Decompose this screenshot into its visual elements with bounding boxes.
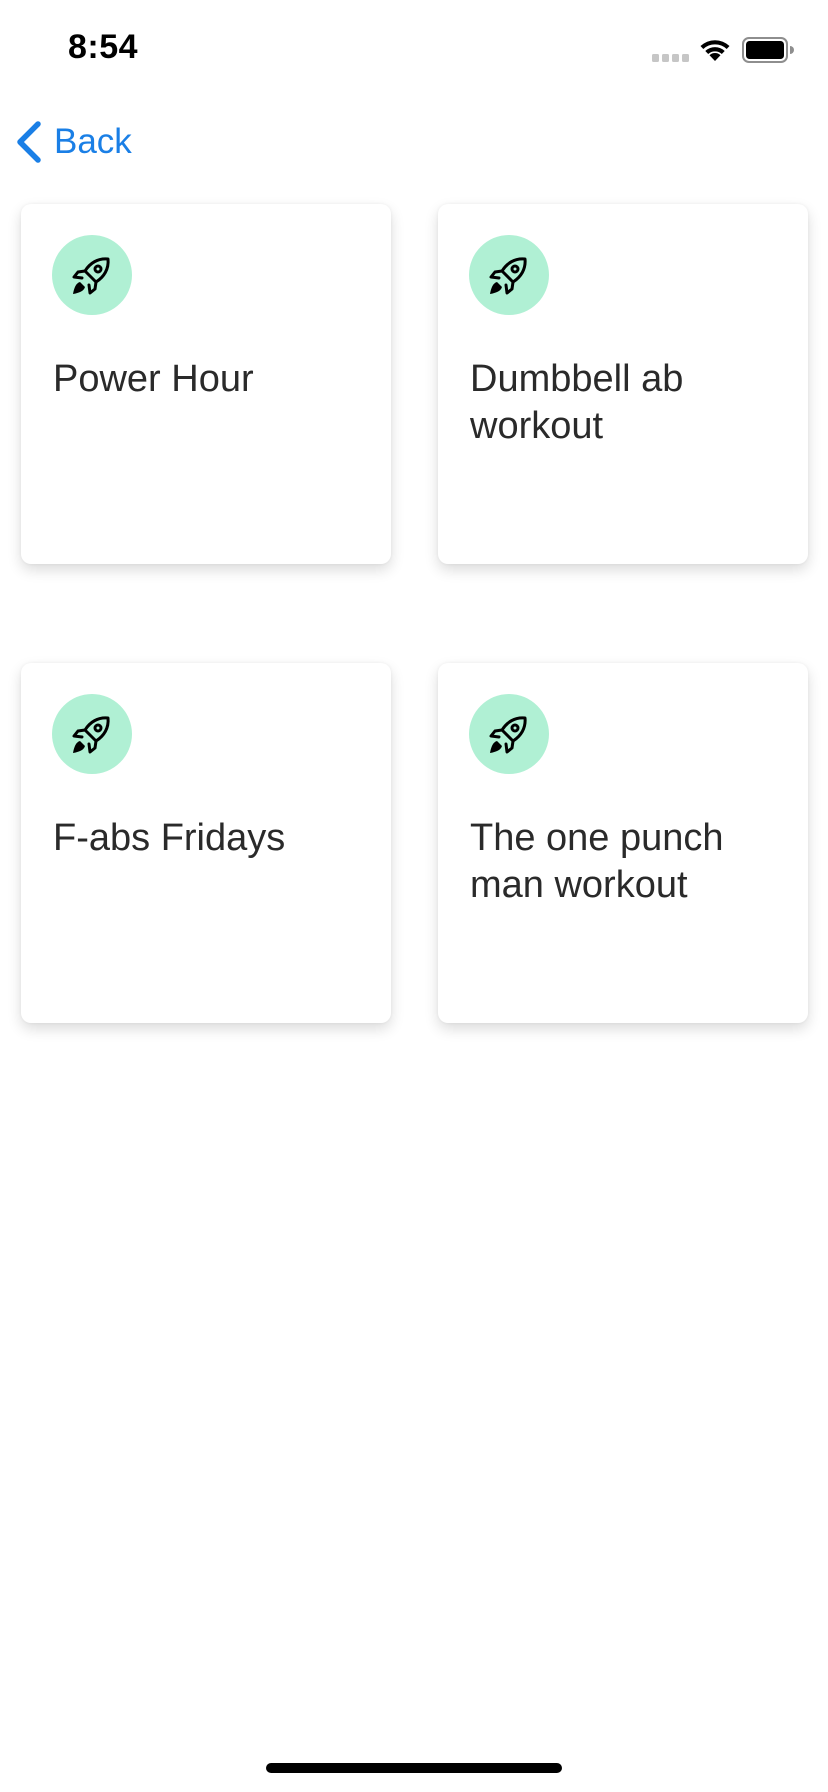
workout-title: F-abs Fridays xyxy=(53,817,286,859)
rocket-icon xyxy=(489,716,527,754)
workout-title: Power Hour xyxy=(53,358,254,400)
workout-grid: Power Hour Dumbbell ab workout F-abs Fri… xyxy=(0,0,828,1792)
rocket-icon xyxy=(489,257,527,295)
workout-title: Dumbbell ab workout xyxy=(470,358,684,447)
rocket-icon xyxy=(72,716,110,754)
workout-icon-badge xyxy=(52,694,132,774)
workout-card-f-abs-fridays[interactable]: F-abs Fridays xyxy=(21,663,391,1023)
workout-card-one-punch-man[interactable]: The one punch man workout xyxy=(438,663,808,1023)
home-indicator[interactable] xyxy=(266,1763,562,1773)
rocket-icon xyxy=(72,257,110,295)
screen: 8:54 Back Power Hour Dumbbell ab workout… xyxy=(0,0,828,1792)
workout-title: The one punch man workout xyxy=(470,817,724,906)
workout-card-power-hour[interactable]: Power Hour xyxy=(21,204,391,564)
workout-icon-badge xyxy=(469,694,549,774)
workout-icon-badge xyxy=(52,235,132,315)
workout-icon-badge xyxy=(469,235,549,315)
workout-card-dumbbell-ab[interactable]: Dumbbell ab workout xyxy=(438,204,808,564)
